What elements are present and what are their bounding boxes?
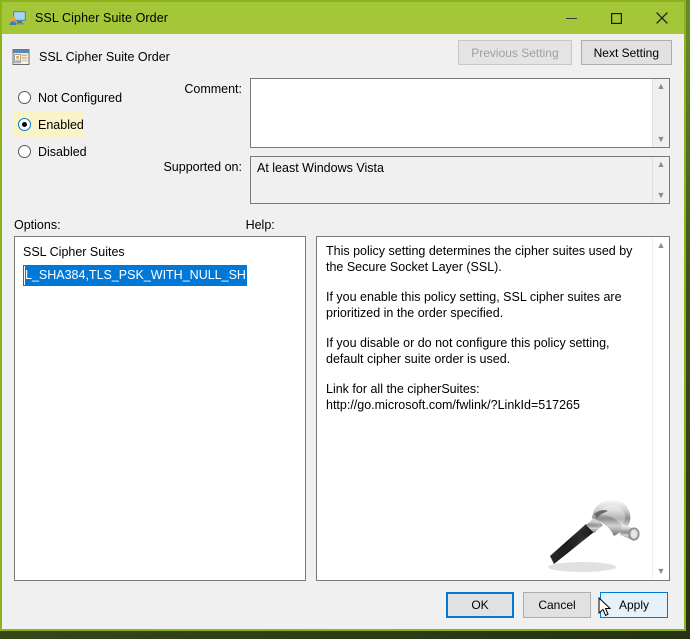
supported-on-scrollbar[interactable]: ▲ ▼ <box>652 157 669 203</box>
supported-on-value: At least Windows Vista <box>257 161 384 175</box>
panes-region: SSL Cipher Suites L_SHA384,TLS_PSK_WITH_… <box>2 236 684 581</box>
window-controls <box>549 2 684 34</box>
policy-setting-icon <box>12 48 30 66</box>
radio-indicator <box>18 91 31 104</box>
hammer-icon <box>548 499 640 572</box>
comment-value <box>251 79 652 147</box>
state-radio-group: Not Configured Enabled Disabled <box>14 78 142 204</box>
help-paragraph: This policy setting determines the ciphe… <box>326 244 633 274</box>
dialog-footer: OK Cancel Apply <box>2 581 684 629</box>
help-text-body: This policy setting determines the ciphe… <box>317 237 652 580</box>
minimize-button[interactable] <box>549 2 594 34</box>
radio-label: Disabled <box>38 144 87 159</box>
radio-not-configured[interactable]: Not Configured <box>14 84 142 111</box>
supported-on-box: At least Windows Vista ▲ ▼ <box>250 156 670 204</box>
scroll-down-icon[interactable]: ▼ <box>657 135 666 144</box>
close-button[interactable] <box>639 2 684 34</box>
scroll-down-icon[interactable]: ▼ <box>657 191 666 200</box>
scroll-up-icon[interactable]: ▲ <box>657 241 666 250</box>
policy-computer-icon <box>9 10 27 26</box>
options-pane: SSL Cipher Suites L_SHA384,TLS_PSK_WITH_… <box>14 236 306 581</box>
cipher-suites-value: L_SHA384,TLS_PSK_WITH_NULL_SHA256 <box>25 266 246 285</box>
help-paragraph: If you disable or do not configure this … <box>326 336 610 366</box>
comment-label: Comment: <box>184 82 242 96</box>
ok-button[interactable]: OK <box>446 592 514 618</box>
cipher-suites-input[interactable]: L_SHA384,TLS_PSK_WITH_NULL_SHA256 <box>23 265 247 286</box>
scroll-down-icon[interactable]: ▼ <box>657 567 666 576</box>
settings-region: Not Configured Enabled Disabled Comment:… <box>2 72 684 204</box>
options-label: Options: <box>14 218 61 232</box>
ssl-cipher-suite-order-dialog: SSL Cipher Suite Order SSL Cipher Suite … <box>0 0 686 631</box>
help-scrollbar[interactable]: ▲ ▼ <box>652 237 669 580</box>
scroll-up-icon[interactable]: ▲ <box>657 82 666 91</box>
scroll-up-icon[interactable]: ▲ <box>657 160 666 169</box>
setting-title: SSL Cipher Suite Order <box>39 50 170 64</box>
help-paragraph: If you enable this policy setting, SSL c… <box>326 290 622 320</box>
radio-indicator <box>18 145 31 158</box>
supported-on-label: Supported on: <box>163 160 242 174</box>
radio-enabled[interactable]: Enabled <box>14 111 84 138</box>
cancel-button[interactable]: Cancel <box>523 592 591 618</box>
supported-on-row: Supported on: At least Windows Vista ▲ ▼ <box>150 156 670 204</box>
window-title: SSL Cipher Suite Order <box>35 11 169 25</box>
next-setting-button[interactable]: Next Setting <box>580 40 672 65</box>
comment-textarea[interactable]: ▲ ▼ <box>250 78 670 148</box>
radio-label: Not Configured <box>38 90 123 105</box>
radio-disabled[interactable]: Disabled <box>14 138 142 165</box>
help-paragraph: Link for all the cipherSuites: http://go… <box>326 382 580 412</box>
comment-row: Comment: ▲ ▼ <box>150 78 670 148</box>
pane-labels: Options: Help: <box>2 204 684 236</box>
help-pane: This policy setting determines the ciphe… <box>316 236 670 581</box>
title-bar[interactable]: SSL Cipher Suite Order <box>2 2 684 34</box>
help-label: Help: <box>245 218 275 232</box>
maximize-button[interactable] <box>594 2 639 34</box>
cipher-suites-label: SSL Cipher Suites <box>23 245 125 259</box>
comment-scrollbar[interactable]: ▲ ▼ <box>652 79 669 147</box>
radio-label: Enabled <box>38 117 84 132</box>
setting-nav-buttons: Previous Setting Next Setting <box>458 40 672 65</box>
radio-indicator-selected <box>18 118 31 131</box>
apply-button[interactable]: Apply <box>600 592 668 618</box>
setting-header: SSL Cipher Suite Order Previous Setting … <box>2 34 684 72</box>
previous-setting-button[interactable]: Previous Setting <box>458 40 572 65</box>
field-column: Comment: ▲ ▼ Supported on: At least Wind… <box>142 78 670 204</box>
